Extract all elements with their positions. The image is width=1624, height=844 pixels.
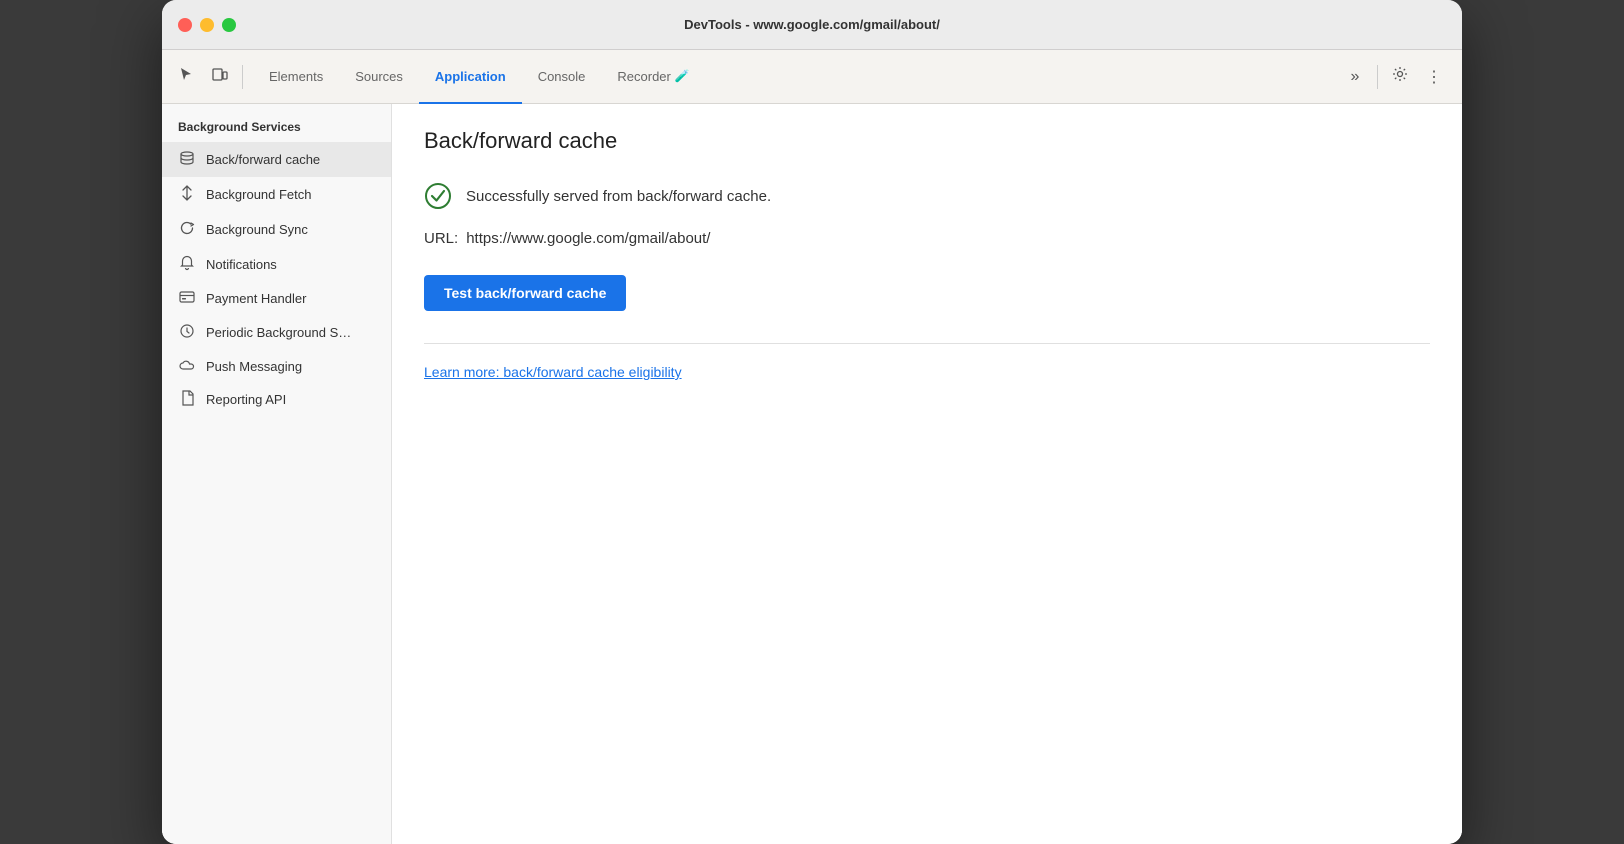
chevron-right-icon: » [1351,68,1360,86]
sidebar-item-label-payment-handler: Payment Handler [206,291,306,306]
panel-title: Back/forward cache [424,128,1430,154]
sidebar-item-reporting-api[interactable]: Reporting API [162,382,391,417]
database-icon [178,150,196,169]
credit-card-icon [178,290,196,307]
sidebar-section-title: Background Services [162,104,391,142]
tab-sources[interactable]: Sources [339,51,419,104]
gear-icon [1392,66,1408,87]
toolbar-separator-1 [242,65,243,89]
success-check-icon [424,182,452,210]
close-button[interactable] [178,18,192,32]
sidebar-item-label-background-sync: Background Sync [206,222,308,237]
learn-more-link[interactable]: Learn more: back/forward cache eligibili… [424,364,682,380]
file-icon [178,390,196,409]
sidebar-item-notifications[interactable]: Notifications [162,247,391,282]
success-message: Successfully served from back/forward ca… [466,188,771,205]
devtools-window: DevTools - www.google.com/gmail/about/ E… [162,0,1462,844]
tab-recorder[interactable]: Recorder 🧪 [601,51,705,104]
more-vert-icon: ⋮ [1426,67,1442,87]
sidebar-item-label-push-messaging: Push Messaging [206,359,302,374]
maximize-button[interactable] [222,18,236,32]
sidebar-item-label-periodic-background-sync: Periodic Background S… [206,325,351,340]
sidebar-item-label-reporting-api: Reporting API [206,392,286,407]
cursor-icon [178,66,194,87]
sidebar-item-push-messaging[interactable]: Push Messaging [162,350,391,382]
sidebar: Background Services Back/forward cache [162,104,392,844]
recorder-label: Recorder [617,69,670,84]
sidebar-item-label-background-fetch: Background Fetch [206,187,312,202]
arrows-updown-icon [178,185,196,204]
recorder-flask-icon: 🧪 [675,69,690,83]
toolbar-separator-2 [1377,65,1378,89]
clock-icon [178,323,196,342]
sidebar-item-periodic-background-sync[interactable]: Periodic Background S… [162,315,391,350]
sidebar-item-label-notifications: Notifications [206,257,277,272]
url-label: URL: [424,230,458,247]
titlebar: DevTools - www.google.com/gmail/about/ [162,0,1462,50]
sidebar-item-background-sync[interactable]: Background Sync [162,212,391,247]
toolbar: Elements Sources Application Console Rec… [162,50,1462,104]
sidebar-item-background-fetch[interactable]: Background Fetch [162,177,391,212]
sidebar-item-label-back-forward-cache: Back/forward cache [206,152,320,167]
device-toggle-button[interactable] [204,61,236,93]
success-row: Successfully served from back/forward ca… [424,182,1430,210]
cloud-icon [178,358,196,374]
device-icon [212,66,228,87]
minimize-button[interactable] [200,18,214,32]
tab-elements[interactable]: Elements [253,51,339,104]
traffic-lights [178,18,236,32]
bell-icon [178,255,196,274]
more-tabs-button[interactable]: » [1339,61,1371,93]
sync-icon [178,220,196,239]
tab-console[interactable]: Console [522,51,602,104]
divider [424,343,1430,344]
menu-button[interactable]: ⋮ [1418,61,1450,93]
content-area: Background Services Back/forward cache [162,104,1462,844]
sidebar-item-back-forward-cache[interactable]: Back/forward cache [162,142,391,177]
settings-button[interactable] [1384,61,1416,93]
cursor-tool-button[interactable] [170,61,202,93]
sidebar-item-payment-handler[interactable]: Payment Handler [162,282,391,315]
tab-application[interactable]: Application [419,51,522,104]
tab-bar: Elements Sources Application Console Rec… [249,50,1337,103]
test-back-forward-cache-button[interactable]: Test back/forward cache [424,275,626,311]
window-title: DevTools - www.google.com/gmail/about/ [684,17,940,32]
main-panel: Back/forward cache Successfully served f… [392,104,1462,844]
url-row: URL: https://www.google.com/gmail/about/ [424,230,1430,247]
toolbar-right: » ⋮ [1339,61,1454,93]
url-value: https://www.google.com/gmail/about/ [466,230,710,247]
